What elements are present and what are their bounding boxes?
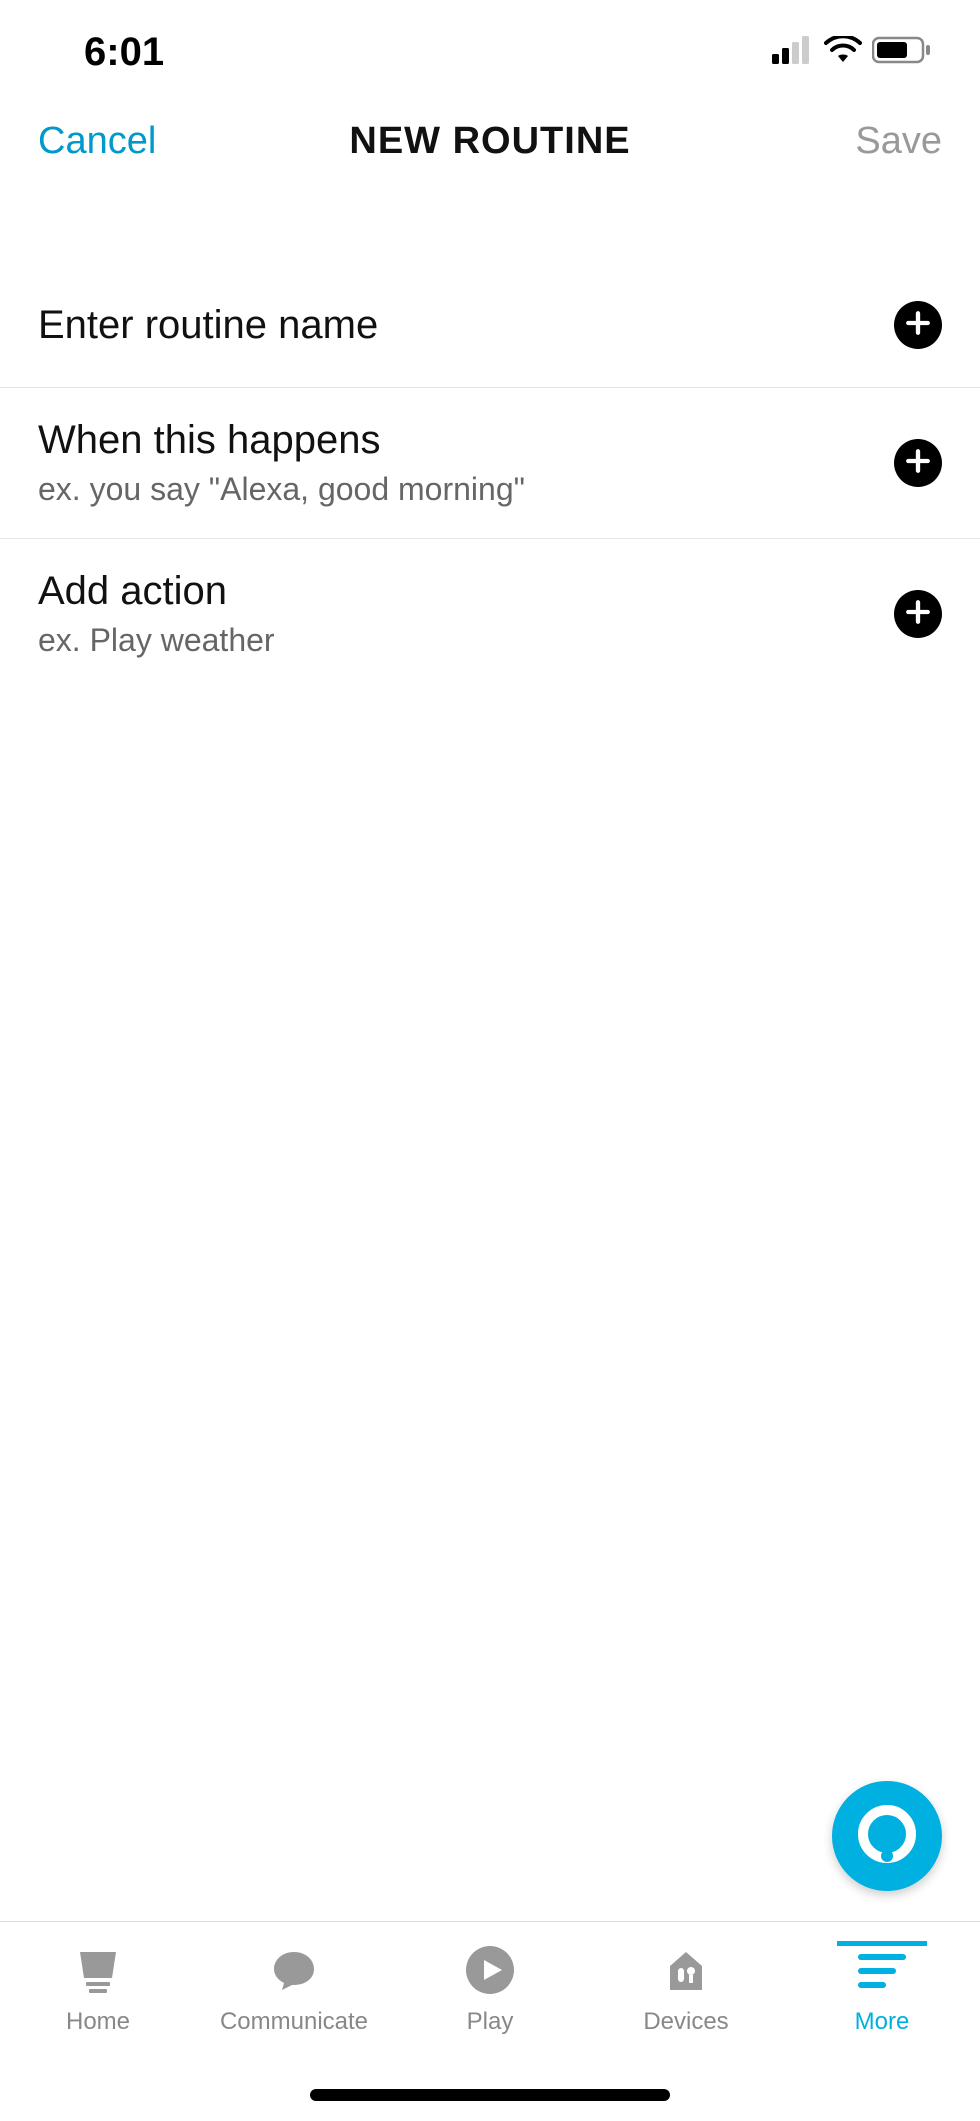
item-title: Add action (38, 569, 275, 614)
item-title: When this happens (38, 418, 525, 463)
nav-bar: Cancel NEW ROUTINE Save (0, 80, 980, 193)
save-button[interactable]: Save (855, 120, 942, 163)
plus-icon (905, 310, 931, 341)
status-bar: 6:01 (0, 0, 980, 80)
alexa-icon (857, 1804, 917, 1869)
item-title: Enter routine name (38, 303, 378, 348)
tab-communicate[interactable]: Communicate (204, 1942, 384, 2036)
home-icon (72, 1942, 124, 1998)
page-title: NEW ROUTINE (349, 120, 630, 163)
tab-label: More (855, 2008, 910, 2036)
cellular-icon (772, 36, 814, 69)
tab-play[interactable]: Play (400, 1942, 580, 2036)
item-subtitle: ex. Play weather (38, 622, 275, 659)
tab-label: Communicate (220, 2008, 368, 2036)
item-subtitle: ex. you say "Alexa, good morning" (38, 471, 525, 508)
plus-icon (905, 599, 931, 630)
tab-more[interactable]: More (792, 1942, 972, 2036)
communicate-icon (268, 1942, 320, 1998)
enter-routine-name-item[interactable]: Enter routine name (0, 263, 980, 388)
plus-icon (905, 448, 931, 479)
status-time: 6:01 (36, 30, 164, 75)
cancel-button[interactable]: Cancel (38, 120, 156, 163)
tab-label: Devices (643, 2008, 728, 2036)
tab-home[interactable]: Home (8, 1942, 188, 2036)
more-icon (854, 1942, 910, 1998)
tab-label: Play (467, 2008, 514, 2036)
play-icon (462, 1942, 518, 1998)
active-tab-indicator (837, 1941, 927, 1946)
routine-list: Enter routine name When this happens ex.… (0, 193, 980, 689)
wifi-icon (824, 36, 862, 69)
devices-icon (660, 1942, 712, 1998)
alexa-voice-button[interactable] (832, 1781, 942, 1891)
add-action-button[interactable] (894, 590, 942, 638)
battery-icon (872, 36, 932, 69)
add-action-item[interactable]: Add action ex. Play weather (0, 539, 980, 689)
status-icons (772, 36, 944, 69)
when-this-happens-item[interactable]: When this happens ex. you say "Alexa, go… (0, 388, 980, 539)
add-name-button[interactable] (894, 301, 942, 349)
add-trigger-button[interactable] (894, 439, 942, 487)
tab-devices[interactable]: Devices (596, 1942, 776, 2036)
tab-label: Home (66, 2008, 130, 2036)
home-indicator[interactable] (310, 2089, 670, 2101)
